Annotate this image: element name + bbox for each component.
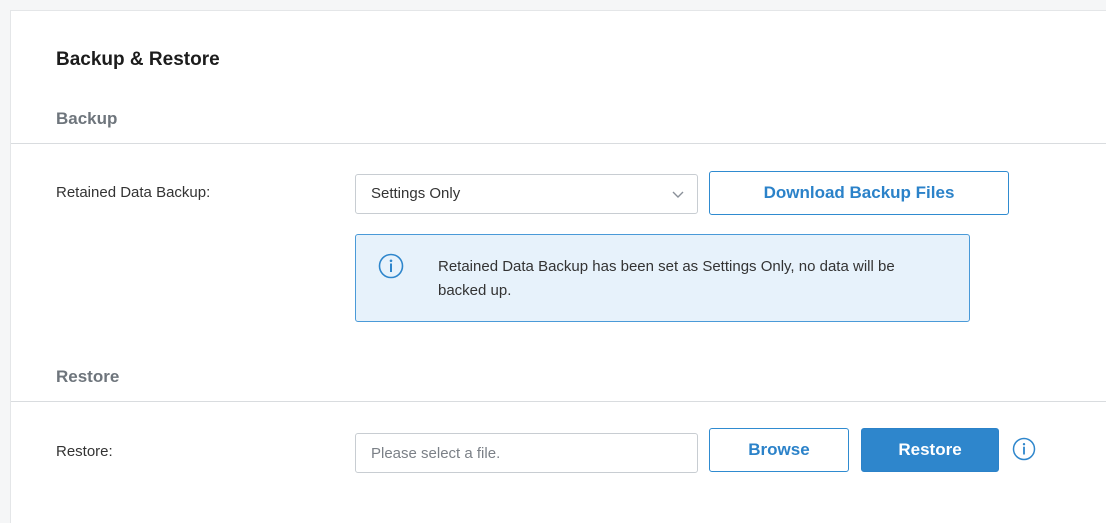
backup-section-title: Backup — [56, 109, 118, 128]
info-icon[interactable] — [1012, 437, 1036, 461]
backup-section-divider — [11, 143, 1106, 144]
restore-file-input[interactable] — [355, 433, 698, 473]
restore-section-title: Restore — [56, 367, 120, 386]
page-title: Backup & Restore — [56, 49, 220, 70]
retained-data-backup-select[interactable]: Settings Only — [355, 174, 698, 214]
backup-restore-panel: Backup & Restore Backup Retained Data Ba… — [10, 10, 1106, 523]
backup-info-text: Retained Data Backup has been set as Set… — [438, 258, 895, 299]
chevron-down-icon — [672, 191, 684, 198]
info-icon — [378, 253, 404, 279]
backup-info-message: Retained Data Backup has been set as Set… — [355, 234, 970, 322]
restore-button[interactable]: Restore — [861, 428, 999, 472]
retained-data-backup-label: Retained Data Backup: — [56, 184, 211, 201]
restore-label: Restore: — [56, 443, 113, 460]
retained-data-backup-value: Settings Only — [371, 185, 461, 202]
download-backup-files-button[interactable]: Download Backup Files — [709, 171, 1009, 215]
restore-section-divider — [11, 401, 1106, 402]
browse-button[interactable]: Browse — [709, 428, 849, 472]
